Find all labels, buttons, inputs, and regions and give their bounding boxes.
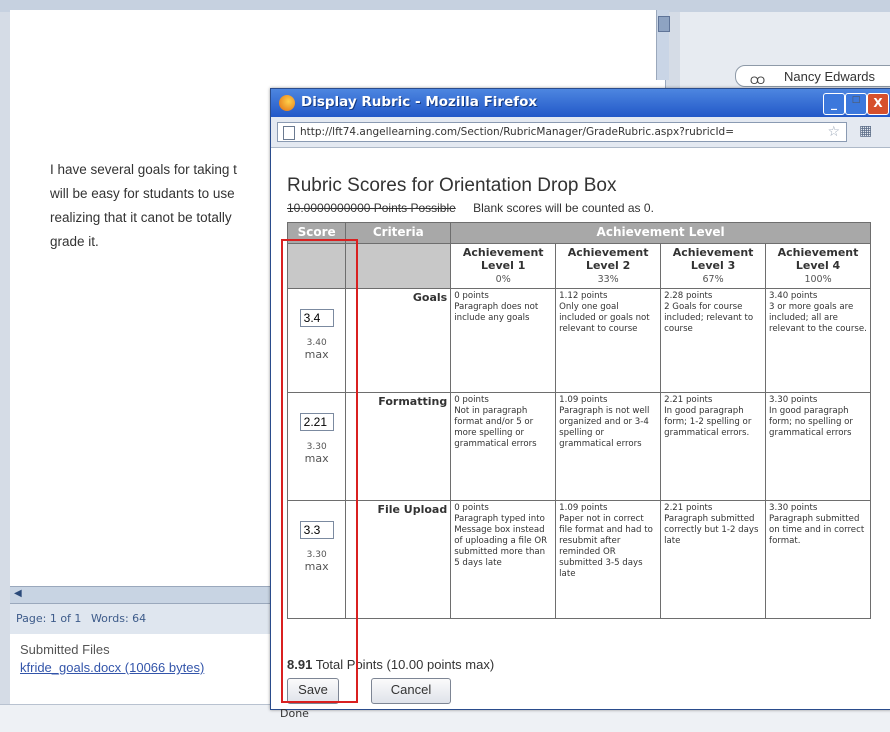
level-cell[interactable]: 2.28 points 2 Goals for course included; …	[660, 288, 767, 393]
extension-icon[interactable]: ▦	[859, 123, 875, 139]
max-value: 3.30	[306, 550, 327, 560]
level-header: Achievement Level 2 33%	[555, 243, 662, 289]
firefox-icon	[279, 95, 295, 111]
total-value: 8.91	[287, 657, 313, 672]
level-cell[interactable]: 2.21 points Paragraph submitted correctly…	[660, 500, 767, 619]
done-status: Done	[280, 707, 309, 720]
level-header: Achievement Level 1 0%	[450, 243, 557, 289]
criteria-header: Criteria	[345, 222, 452, 244]
word-count: Words: 64	[90, 612, 147, 625]
rubric-content: Rubric Scores for Orientation Drop Box 1…	[271, 147, 890, 709]
editor-horizontal-scrollbar[interactable]: ◀	[10, 586, 270, 603]
user-name-badge[interactable]: OO Nancy Edwards	[735, 65, 890, 87]
level-cell[interactable]: 0 points Not in paragraph format and/or 5…	[450, 392, 557, 501]
level-cell[interactable]: 1.09 points Paper not in correct file for…	[555, 500, 662, 619]
scrollbar-thumb[interactable]	[658, 16, 670, 32]
popup-title: Display Rubric - Mozilla Firefox	[301, 94, 538, 110]
table-row: 3.30max File Upload 0 pointsParagraph ty…	[286, 500, 871, 619]
level-cell[interactable]: 0 points Paragraph does not include any g…	[450, 288, 557, 393]
glasses-icon: OO	[750, 75, 765, 87]
level-header: Achievement Level 3 67%	[660, 243, 767, 289]
score-input-file-upload[interactable]	[299, 521, 334, 539]
table-row: 3.30max Formatting 0 pointsNot in paragr…	[286, 392, 871, 501]
rubric-title: Rubric Scores for Orientation Drop Box	[287, 175, 617, 196]
achievement-header: Achievement Level	[450, 222, 871, 244]
url-text: http://lft74.angellearning.com/Section/R…	[300, 126, 735, 138]
empty-cell	[286, 243, 347, 289]
minimize-button[interactable]: _	[823, 93, 845, 115]
editor-vertical-scrollbar[interactable]	[656, 10, 670, 80]
score-input-goals[interactable]	[299, 309, 334, 327]
score-cell: 3.30max	[286, 500, 347, 619]
scroll-left-arrow-icon[interactable]: ◀	[14, 588, 22, 599]
cancel-button[interactable]: Cancel	[371, 678, 451, 704]
level-cell[interactable]: 2.21 points In good paragraph form; 1-2 s…	[660, 392, 767, 501]
score-input-formatting[interactable]	[299, 413, 334, 431]
url-field[interactable]: http://lft74.angellearning.com/Section/R…	[277, 122, 847, 142]
popup-titlebar[interactable]: Display Rubric - Mozilla Firefox _ □ X	[271, 89, 890, 117]
score-cell: 3.40max	[286, 288, 347, 393]
rubric-popup-window: Display Rubric - Mozilla Firefox _ □ X h…	[270, 88, 890, 710]
url-bar: http://lft74.angellearning.com/Section/R…	[271, 117, 890, 148]
maximize-button[interactable]: □	[845, 93, 867, 115]
level-cell[interactable]: 1.12 points Only one goal included or goa…	[555, 288, 662, 393]
rubric-table: Score Criteria Achievement Level Achieve…	[286, 222, 871, 619]
save-button[interactable]: Save	[287, 678, 339, 704]
points-possible-line: 10.0000000000 Points Possible Blank scor…	[287, 201, 654, 215]
total-label: Total Points (10.00 points max)	[315, 657, 495, 672]
max-value: 3.40	[306, 338, 327, 348]
level-cell[interactable]: 1.09 points Paragraph is not well organiz…	[555, 392, 662, 501]
blank-note: Blank scores will be counted as 0.	[473, 201, 654, 215]
table-row: 3.40max Goals 0 pointsParagraph does not…	[286, 288, 871, 393]
page-count: Page: 1 of 1	[16, 612, 82, 625]
level-cell[interactable]: 3.30 points Paragraph submitted on time a…	[765, 500, 871, 619]
level-cell[interactable]: 0 points Paragraph typed into Message box…	[450, 500, 557, 619]
criterion-label: Goals	[345, 288, 452, 393]
page-icon	[283, 126, 295, 140]
points-possible: 10.0000000000 Points Possible	[287, 201, 456, 215]
level-cell[interactable]: 3.40 points 3 or more goals are included;…	[765, 288, 871, 393]
score-cell: 3.30max	[286, 392, 347, 501]
score-header: Score	[286, 222, 347, 244]
total-points: 8.91 Total Points (10.00 points max)	[287, 657, 494, 672]
criterion-label: Formatting	[345, 392, 452, 501]
max-value: 3.30	[306, 442, 327, 452]
level-cell[interactable]: 3.30 points In good paragraph form; no sp…	[765, 392, 871, 501]
level-header: Achievement Level 4 100%	[765, 243, 871, 289]
submitted-files-label: Submitted Files	[20, 642, 110, 657]
editor-status-bar: Page: 1 of 1 Words: 64	[10, 603, 272, 634]
submitted-file-link[interactable]: kfride_goals.docx (10066 bytes)	[20, 660, 204, 675]
close-button[interactable]: X	[867, 93, 889, 115]
criterion-label: File Upload	[345, 500, 452, 619]
submitted-files-panel: Submitted Files kfride_goals.docx (10066…	[10, 634, 272, 704]
empty-cell	[345, 243, 452, 289]
user-name: Nancy Edwards	[784, 69, 876, 84]
star-icon[interactable]: ☆	[827, 124, 840, 140]
